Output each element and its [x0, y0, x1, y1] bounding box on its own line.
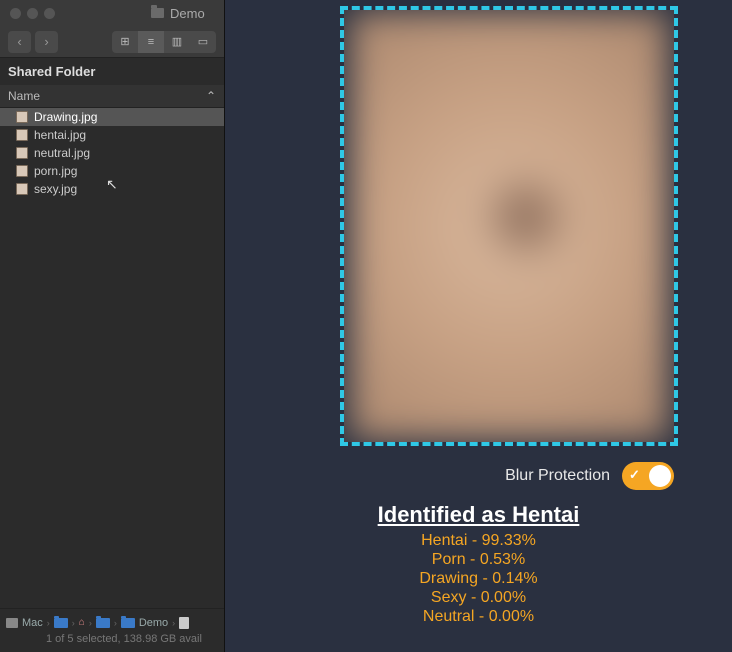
back-button[interactable]: ‹ [8, 31, 31, 53]
classification-panel: Blur Protection ✓ Identified as Hentai H… [225, 0, 732, 652]
document-icon [179, 617, 189, 629]
column-name-label: Name [8, 89, 40, 103]
chevron-right-icon: › [172, 618, 175, 628]
folder-icon [54, 618, 68, 628]
close-window-icon[interactable] [10, 8, 21, 19]
file-name-label: Drawing.jpg [34, 110, 97, 124]
column-header[interactable]: Name ⌃ [0, 85, 224, 108]
path-segment: Demo [139, 617, 168, 629]
score-line: Neutral - 0.00% [423, 608, 534, 626]
image-file-icon [16, 111, 28, 123]
blur-protection-label: Blur Protection [505, 467, 610, 485]
status-bar: Mac › › ⌂ › › Demo › 1 of 5 selected, 13… [0, 608, 224, 652]
file-list: Drawing.jpg hentai.jpg neutral.jpg porn.jpg… [0, 108, 224, 198]
fullscreen-window-icon[interactable] [44, 8, 55, 19]
file-name-label: sexy.jpg [34, 182, 77, 196]
window-title: Demo [151, 6, 205, 21]
file-row[interactable]: sexy.jpg [0, 180, 224, 198]
file-row[interactable]: hentai.jpg [0, 126, 224, 144]
score-line: Sexy - 0.00% [431, 589, 526, 607]
path-segment: Mac [22, 617, 43, 629]
classification-title: Identified as Hentai [225, 502, 732, 528]
section-header: Shared Folder [0, 58, 224, 85]
image-file-icon [16, 129, 28, 141]
score-line: Hentai - 99.33% [421, 532, 536, 550]
image-file-icon [16, 147, 28, 159]
titlebar: Demo [0, 0, 224, 26]
file-name-label: neutral.jpg [34, 146, 90, 160]
file-row[interactable]: porn.jpg [0, 162, 224, 180]
image-file-icon [16, 165, 28, 177]
window-title-label: Demo [170, 6, 205, 21]
score-list: Hentai - 99.33%Porn - 0.53%Drawing - 0.1… [225, 532, 732, 626]
minimize-window-icon[interactable] [27, 8, 38, 19]
list-view-button[interactable]: ≡ [138, 31, 164, 53]
file-row[interactable]: Drawing.jpg [0, 108, 224, 126]
chevron-right-icon: › [114, 618, 117, 628]
toggle-knob [649, 465, 671, 487]
image-dropzone[interactable] [340, 6, 678, 446]
forward-button[interactable]: › [35, 31, 58, 53]
chevron-right-icon: › [47, 618, 50, 628]
file-name-label: porn.jpg [34, 164, 77, 178]
image-file-icon [16, 183, 28, 195]
folder-icon [96, 618, 110, 628]
blur-control-row: Blur Protection ✓ [225, 462, 732, 490]
view-mode-segment: ⊞ ≡ ▥ ▭ [112, 31, 216, 53]
chevron-right-icon: › [89, 618, 92, 628]
check-icon: ✓ [629, 467, 640, 483]
blur-protection-toggle[interactable]: ✓ [622, 462, 674, 490]
file-row[interactable]: neutral.jpg [0, 144, 224, 162]
chevron-right-icon: › [72, 618, 75, 628]
sort-indicator-icon: ⌃ [206, 89, 216, 103]
folder-icon [151, 8, 164, 18]
home-icon: ⌂ [79, 617, 85, 628]
status-text: 1 of 5 selected, 138.98 GB avail [0, 631, 224, 647]
file-name-label: hentai.jpg [34, 128, 86, 142]
path-bar[interactable]: Mac › › ⌂ › › Demo › [0, 615, 224, 631]
file-browser: Demo ‹ › ⊞ ≡ ▥ ▭ Shared Folder Name ⌃ Dr… [0, 0, 225, 652]
blurred-preview-image [350, 12, 668, 440]
toolbar: ‹ › ⊞ ≡ ▥ ▭ [0, 26, 224, 58]
folder-icon [121, 618, 135, 628]
icon-view-button[interactable]: ⊞ [112, 31, 138, 53]
score-line: Drawing - 0.14% [419, 570, 537, 588]
column-view-button[interactable]: ▥ [164, 31, 190, 53]
gallery-view-button[interactable]: ▭ [190, 31, 216, 53]
disk-icon [6, 618, 18, 628]
score-line: Porn - 0.53% [432, 551, 525, 569]
